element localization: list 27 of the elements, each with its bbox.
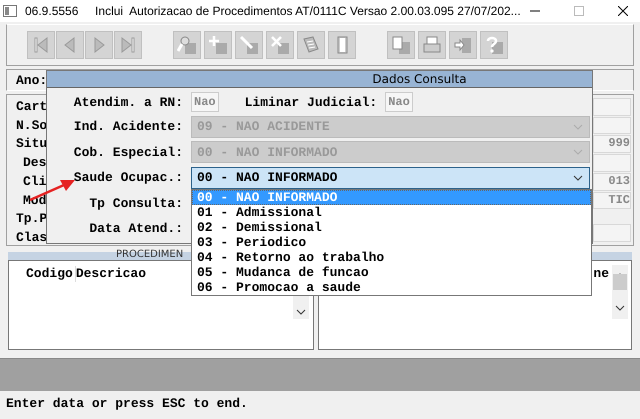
- section-title: PROCEDIMEN: [116, 249, 184, 260]
- field-label: Des: [22, 154, 46, 172]
- field-label: Tp Consulta:: [88, 196, 184, 211]
- field-label: N.So: [16, 116, 48, 134]
- field-label: Cob. Especial:: [72, 144, 184, 160]
- field-label: Situ: [16, 135, 48, 154]
- field-label: Ind. Acidente:: [72, 119, 184, 134]
- column-header: ne: [593, 266, 609, 282]
- field-value: Nao: [191, 92, 219, 112]
- field-value: Nao: [385, 92, 413, 112]
- status-message: Enter data or press ESC to end.: [5, 395, 249, 413]
- field-label: Data Atend.:: [88, 221, 184, 236]
- field-label: Cart: [16, 98, 48, 116]
- field-label: Saude Ocupac.:: [72, 170, 184, 186]
- field-value: 999: [593, 135, 631, 154]
- dialog-title: Dados Consulta: [47, 71, 592, 88]
- field-value: TIC: [593, 192, 631, 210]
- column-header: Descricao: [76, 266, 146, 282]
- field-label: Clas: [16, 228, 48, 247]
- field-value: 013: [593, 172, 631, 191]
- year-label: Ano:: [16, 72, 48, 88]
- field-label: Liminar Judicial:: [244, 94, 378, 110]
- window-title: 06.9.5556 Inclui Autorizacao de Procedimentos AT/0111C Versao 2.00.03.095 27/07/202...: [25, 4, 522, 18]
- field-label: Tp.P: [16, 210, 48, 228]
- field-label: Atendim. a RN:: [72, 94, 184, 110]
- column-header: Codigo: [9, 266, 76, 282]
- field-label: Cli: [22, 172, 46, 191]
